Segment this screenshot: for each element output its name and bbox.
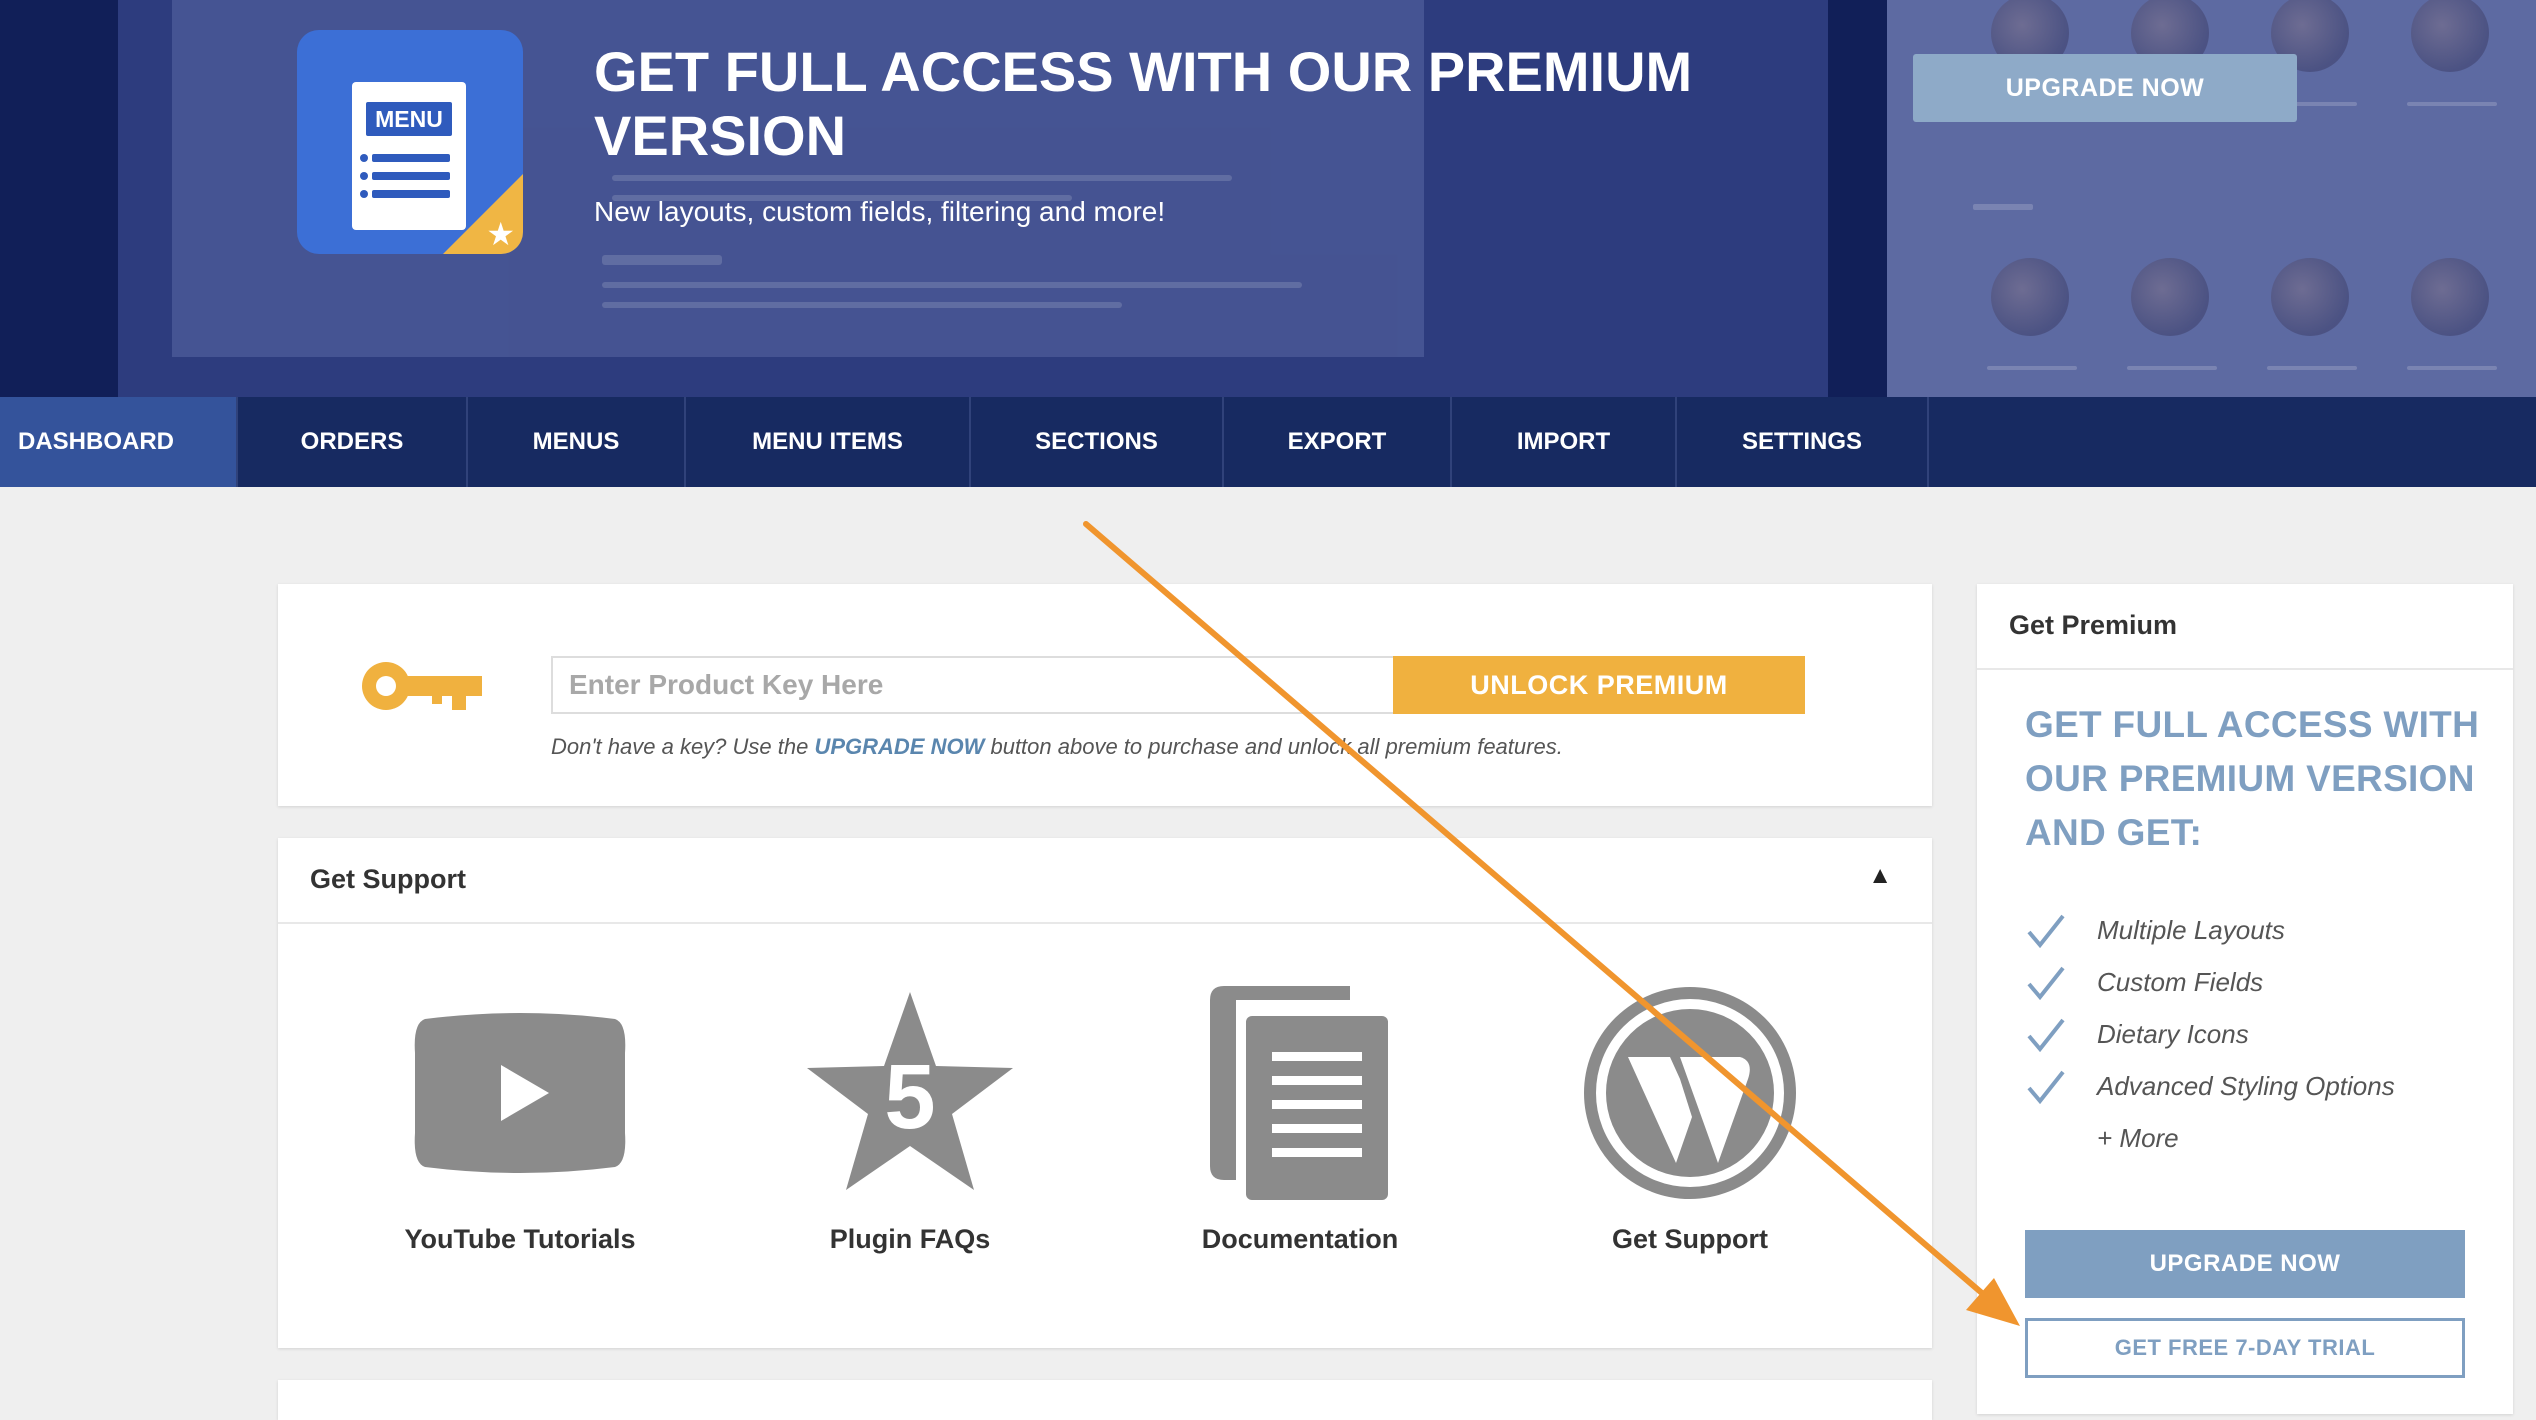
key-icon	[362, 662, 482, 710]
product-key-card: UNLOCK PREMIUM Don't have a key? Use the…	[278, 584, 1932, 806]
premium-feature-list: Multiple Layouts Custom Fields Dietary I…	[2025, 904, 2485, 1164]
logo-menu-label: MENU	[366, 102, 452, 136]
tab-export[interactable]: EXPORT	[1224, 397, 1452, 487]
help-text-prefix: Don't have a key? Use the	[551, 734, 815, 759]
admin-tab-navigation: DASHBOARD ORDERS MENUS MENU ITEMS SECTIO…	[0, 397, 2536, 487]
get-support-card: Get Support ▲ YouTube Tutorials 5 Plugin…	[278, 838, 1932, 1348]
help-text-upgrade-link: UPGRADE NOW	[814, 734, 985, 759]
documentation-label: Documentation	[1201, 1224, 1399, 1254]
next-card-edge	[278, 1380, 1932, 1420]
premium-card-header: Get Premium	[1977, 584, 2513, 670]
tab-menus[interactable]: MENUS	[468, 397, 686, 487]
premium-banner: MENU ★ GET FULL ACCESS WITH OUR PREMIUM …	[0, 0, 2536, 397]
feature-label: Dietary Icons	[2097, 1019, 2249, 1049]
checkmark-icon	[2027, 1018, 2065, 1052]
star-five-icon: 5	[807, 992, 1013, 1190]
get-support-link[interactable]: Get Support	[1540, 987, 1840, 1255]
premium-card-title: Get Premium	[2009, 610, 2178, 640]
plugin-faqs-label: Plugin FAQs	[829, 1224, 991, 1254]
feature-item: Custom Fields	[2025, 956, 2485, 1008]
feature-more: + More	[2025, 1112, 2485, 1164]
feature-item: Advanced Styling Options	[2025, 1060, 2485, 1112]
tab-import[interactable]: IMPORT	[1452, 397, 1677, 487]
get-premium-card: Get Premium GET FULL ACCESS WITH OUR PRE…	[1977, 584, 2513, 1414]
banner-title: GET FULL ACCESS WITH OUR PREMIUM VERSION	[594, 40, 1693, 167]
tab-settings[interactable]: SETTINGS	[1677, 397, 1929, 487]
feature-label: Advanced Styling Options	[2097, 1071, 2395, 1101]
collapse-toggle-icon[interactable]: ▲	[1868, 862, 1892, 890]
documents-icon	[1210, 986, 1388, 1200]
checkmark-icon	[2027, 914, 2065, 948]
feature-label: Multiple Layouts	[2097, 915, 2285, 945]
youtube-tutorials-link[interactable]: YouTube Tutorials	[370, 988, 670, 1255]
tab-menu-items[interactable]: MENU ITEMS	[686, 397, 971, 487]
youtube-tutorials-label: YouTube Tutorials	[404, 1224, 636, 1254]
premium-headline: GET FULL ACCESS WITH OUR PREMIUM VERSION…	[2025, 704, 2480, 853]
wordpress-icon	[1584, 987, 1796, 1199]
youtube-icon	[414, 1013, 626, 1173]
menu-plugin-logo-icon: MENU ★	[297, 30, 523, 254]
tab-orders[interactable]: ORDERS	[238, 397, 468, 487]
feature-item: Dietary Icons	[2025, 1008, 2485, 1060]
get-support-label: Get Support	[1612, 1224, 1768, 1254]
support-card-header: Get Support ▲	[278, 838, 1932, 924]
checkmark-icon	[2027, 966, 2065, 1000]
documentation-link[interactable]: Documentation	[1150, 986, 1450, 1255]
tab-dashboard[interactable]: DASHBOARD	[0, 397, 238, 487]
star-icon: ★	[486, 216, 515, 252]
banner-upgrade-now-button[interactable]: UPGRADE NOW	[1913, 54, 2297, 122]
plugin-faqs-link[interactable]: 5 Plugin FAQs	[760, 988, 1060, 1255]
product-key-help-text: Don't have a key? Use the UPGRADE NOW bu…	[551, 734, 1563, 760]
banner-subtitle: New layouts, custom fields, filtering an…	[594, 196, 1166, 227]
support-card-title: Get Support	[310, 864, 466, 894]
product-key-input[interactable]	[551, 656, 1427, 714]
free-trial-button[interactable]: GET FREE 7-DAY TRIAL	[2025, 1318, 2465, 1378]
checkmark-icon	[2027, 1070, 2065, 1104]
feature-more-label: + More	[2097, 1123, 2179, 1153]
sidebar-upgrade-now-button[interactable]: UPGRADE NOW	[2025, 1230, 2465, 1298]
feature-label: Custom Fields	[2097, 967, 2264, 997]
unlock-premium-button[interactable]: UNLOCK PREMIUM	[1393, 656, 1805, 714]
feature-item: Multiple Layouts	[2025, 904, 2485, 956]
faq-badge-number: 5	[884, 1046, 935, 1148]
help-text-suffix: button above to purchase and unlock all …	[984, 734, 1563, 759]
tab-sections[interactable]: SECTIONS	[971, 397, 1224, 487]
